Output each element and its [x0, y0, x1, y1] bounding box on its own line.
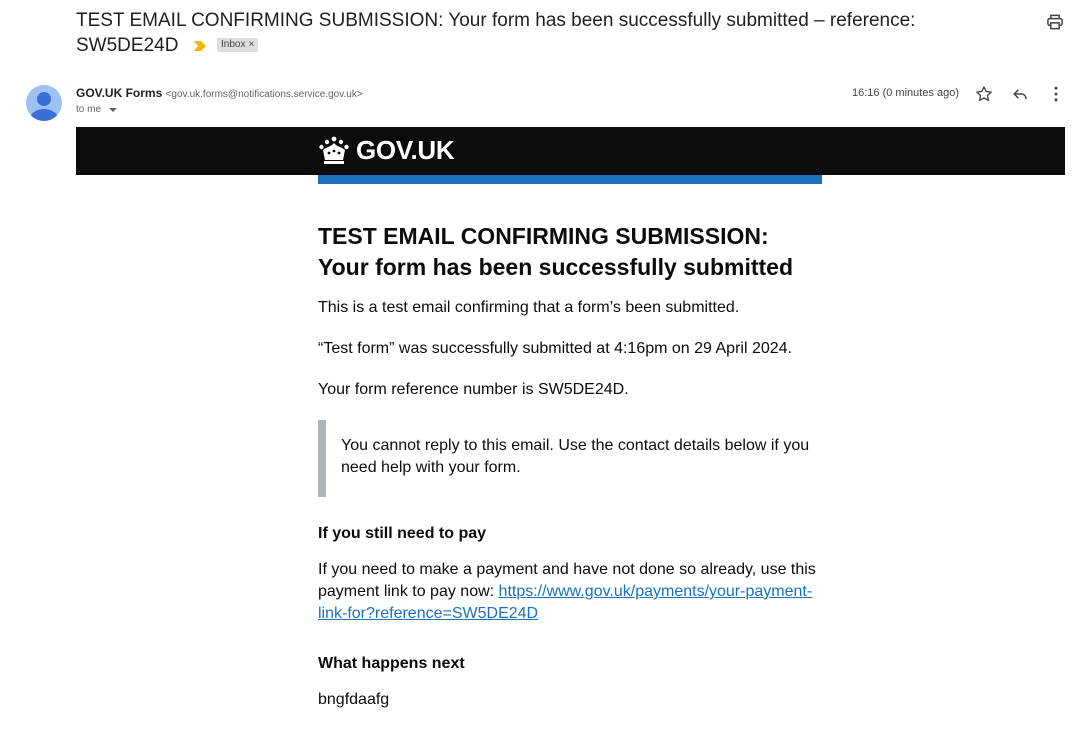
person-icon — [30, 92, 58, 121]
intro-paragraph: This is a test email confirming that a f… — [318, 299, 740, 316]
sender-info: GOV.UK Forms <gov.uk.forms@notifications… — [76, 85, 363, 103]
email-heading-line-1: TEST EMAIL CONFIRMING SUBMISSION: — [318, 223, 769, 249]
recipient-details[interactable]: to me — [76, 104, 118, 115]
next-heading: What happens next — [318, 655, 465, 672]
sender-email: <gov.uk.forms@notifications.service.gov.… — [165, 89, 363, 100]
email-heading-line-2: Your form has been successfully submitte… — [318, 254, 794, 280]
remove-label-icon[interactable]: × — [248, 39, 254, 50]
important-marker-icon[interactable] — [193, 40, 206, 51]
sender-name[interactable]: GOV.UK Forms — [76, 86, 162, 100]
govuk-logo-text: GOV.UK — [356, 135, 455, 165]
recipient-label: to me — [76, 104, 102, 115]
printer-icon[interactable] — [1045, 12, 1065, 32]
star-icon[interactable] — [974, 84, 994, 104]
subject-line-1: TEST EMAIL CONFIRMING SUBMISSION: Your f… — [76, 10, 916, 31]
govuk-header: GOV.UK — [76, 127, 1065, 175]
sender-avatar[interactable] — [26, 85, 62, 121]
email-body: TEST EMAIL CONFIRMING SUBMISSION: Your f… — [318, 221, 822, 730]
inbox-label[interactable]: Inbox × — [216, 37, 259, 52]
inset-paragraph: You cannot reply to this email. Use the … — [341, 437, 810, 476]
govuk-logo[interactable]: GOV.UK — [318, 135, 455, 166]
next-paragraph: bngfdaafg — [318, 691, 390, 708]
crown-icon — [319, 136, 349, 164]
pay-paragraph: If you need to make a payment and have n… — [318, 559, 822, 625]
reply-icon[interactable] — [1010, 84, 1030, 104]
header-blue-strip — [318, 175, 822, 184]
chevron-down-icon[interactable] — [109, 107, 118, 112]
email-heading: TEST EMAIL CONFIRMING SUBMISSION: Your f… — [318, 221, 822, 283]
email-subject: TEST EMAIL CONFIRMING SUBMISSION: Your f… — [76, 8, 976, 58]
inbox-label-text: Inbox — [220, 38, 246, 50]
email-timestamp: 16:16 (0 minutes ago) — [852, 87, 960, 99]
reference-paragraph: Your form reference number is SW5DE24D. — [318, 381, 629, 398]
email-subject-row: TEST EMAIL CONFIRMING SUBMISSION: Your f… — [76, 8, 976, 58]
submitted-paragraph: “Test form” was successfully submitted a… — [318, 340, 792, 357]
inset-text: You cannot reply to this email. Use the … — [318, 420, 822, 497]
pay-heading: If you still need to pay — [318, 525, 487, 542]
subject-line-2: SW5DE24D — [76, 35, 179, 56]
more-vert-icon[interactable] — [1046, 84, 1066, 104]
